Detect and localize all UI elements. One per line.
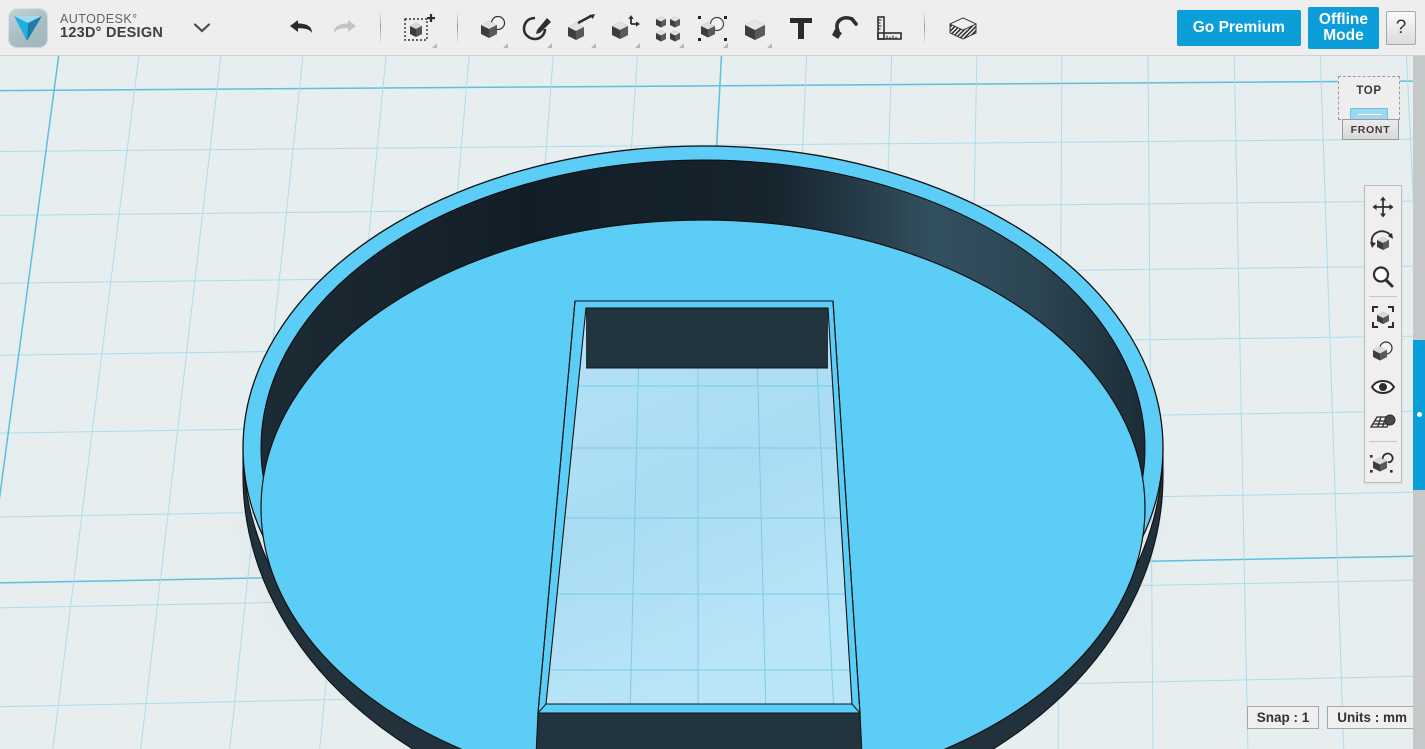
snap-magnet-icon — [830, 14, 860, 42]
snap-status[interactable]: Snap : 1 — [1247, 706, 1320, 729]
toolbar-divider — [457, 11, 458, 45]
offline-mode-line2: Mode — [1323, 27, 1363, 44]
modify-button[interactable] — [603, 0, 647, 56]
toolbar-divider — [924, 11, 925, 45]
combine-button[interactable] — [735, 0, 779, 56]
pocket-interior — [538, 301, 862, 716]
scrollbar-thumb[interactable] — [1413, 340, 1425, 490]
toolbar-divider — [380, 11, 381, 45]
zoom-button[interactable] — [1365, 259, 1401, 294]
navigation-toolbar — [1364, 185, 1402, 483]
help-button[interactable]: ? — [1386, 11, 1416, 45]
chevron-down-icon[interactable] — [191, 17, 213, 39]
pattern-four-cubes-icon — [654, 14, 684, 42]
orbit-cube-rotate-icon — [1370, 230, 1396, 254]
transform-caret-icon — [432, 43, 437, 48]
material-layered-cube-icon — [946, 13, 980, 43]
vertical-scrollbar[interactable] — [1413, 56, 1425, 749]
snap-cube-magnet-icon — [1370, 450, 1396, 474]
pocket-front-rim — [538, 704, 860, 713]
brand-area: AUTODESK° 123D° DESIGN — [0, 8, 213, 48]
redo-arrow-icon — [331, 17, 359, 39]
fit-to-window-cube-icon — [1371, 305, 1395, 329]
offline-mode-button[interactable]: Offline Mode — [1308, 7, 1379, 49]
modify-cube-arrows-icon — [609, 14, 641, 42]
combine-cube-icon — [741, 14, 773, 42]
modify-caret-icon — [635, 43, 640, 48]
material-button[interactable] — [938, 0, 988, 56]
nav-separator — [1369, 441, 1397, 442]
zoom-magnifier-icon — [1371, 265, 1395, 289]
app-window: AUTODESK° 123D° DESIGN — [0, 0, 1425, 749]
offline-mode-line1: Offline — [1319, 11, 1368, 28]
combine-caret-icon — [767, 43, 772, 48]
sketch-caret-icon — [547, 43, 552, 48]
3d-viewport[interactable]: TOP FRONT — [0, 56, 1425, 749]
primitives-button[interactable] — [471, 0, 515, 56]
text-t-icon — [787, 14, 815, 42]
measure-button[interactable] — [867, 0, 911, 56]
text-button[interactable] — [779, 0, 823, 56]
fit-button[interactable] — [1365, 299, 1401, 334]
pattern-caret-icon — [679, 43, 684, 48]
grouping-button[interactable] — [691, 0, 735, 56]
logo-pyramid-shape — [14, 16, 42, 41]
visibility-button[interactable] — [1365, 369, 1401, 404]
primitives-caret-icon — [503, 43, 508, 48]
pan-button[interactable] — [1365, 189, 1401, 224]
construct-button[interactable] — [559, 0, 603, 56]
redo-button[interactable] — [323, 0, 367, 56]
tool-buttons — [279, 0, 988, 56]
construct-extrude-icon — [565, 14, 597, 42]
brand-line-product: 123D° DESIGN — [60, 26, 163, 41]
snap-settings-button[interactable] — [1365, 444, 1401, 479]
transform-cube-move-icon — [402, 13, 436, 43]
pocket-front-wall — [536, 713, 862, 749]
orbit-button[interactable] — [1365, 224, 1401, 259]
snap-button[interactable] — [823, 0, 867, 56]
pocket-back-wall — [586, 308, 828, 368]
brand-text: AUTODESK° 123D° DESIGN — [60, 13, 163, 41]
top-right-actions: Go Premium Offline Mode ? — [1177, 7, 1425, 49]
status-bar: Snap : 1 Units : mm — [1247, 706, 1417, 729]
top-toolbar: AUTODESK° 123D° DESIGN — [0, 0, 1425, 56]
model-cylinder-with-pocket[interactable] — [0, 56, 1425, 749]
construct-caret-icon — [591, 43, 596, 48]
grid-display-button[interactable] — [1365, 404, 1401, 439]
grouping-cube-circle-icon — [696, 13, 730, 43]
transform-button[interactable] — [394, 0, 444, 56]
pan-four-arrows-icon — [1371, 195, 1395, 219]
view-cube[interactable]: TOP FRONT — [1338, 76, 1400, 150]
go-premium-button[interactable]: Go Premium — [1177, 10, 1301, 46]
view-cube-front-face[interactable]: FRONT — [1342, 119, 1399, 140]
view-style-cube-sphere-icon — [1370, 340, 1396, 364]
primitives-cube-sphere-icon — [477, 14, 509, 42]
nav-separator — [1369, 296, 1397, 297]
visibility-eye-icon — [1370, 377, 1396, 397]
measure-ruler-icon — [874, 14, 904, 42]
grid-snap-settings-icon — [1369, 411, 1397, 433]
grouping-caret-icon — [723, 43, 728, 48]
sketch-button[interactable] — [515, 0, 559, 56]
pattern-button[interactable] — [647, 0, 691, 56]
undo-arrow-icon — [287, 17, 315, 39]
autodesk-123d-logo-icon — [8, 8, 48, 48]
view-style-button[interactable] — [1365, 334, 1401, 369]
sketch-pencil-icon — [521, 14, 553, 42]
undo-button[interactable] — [279, 0, 323, 56]
units-status[interactable]: Units : mm — [1327, 706, 1417, 729]
